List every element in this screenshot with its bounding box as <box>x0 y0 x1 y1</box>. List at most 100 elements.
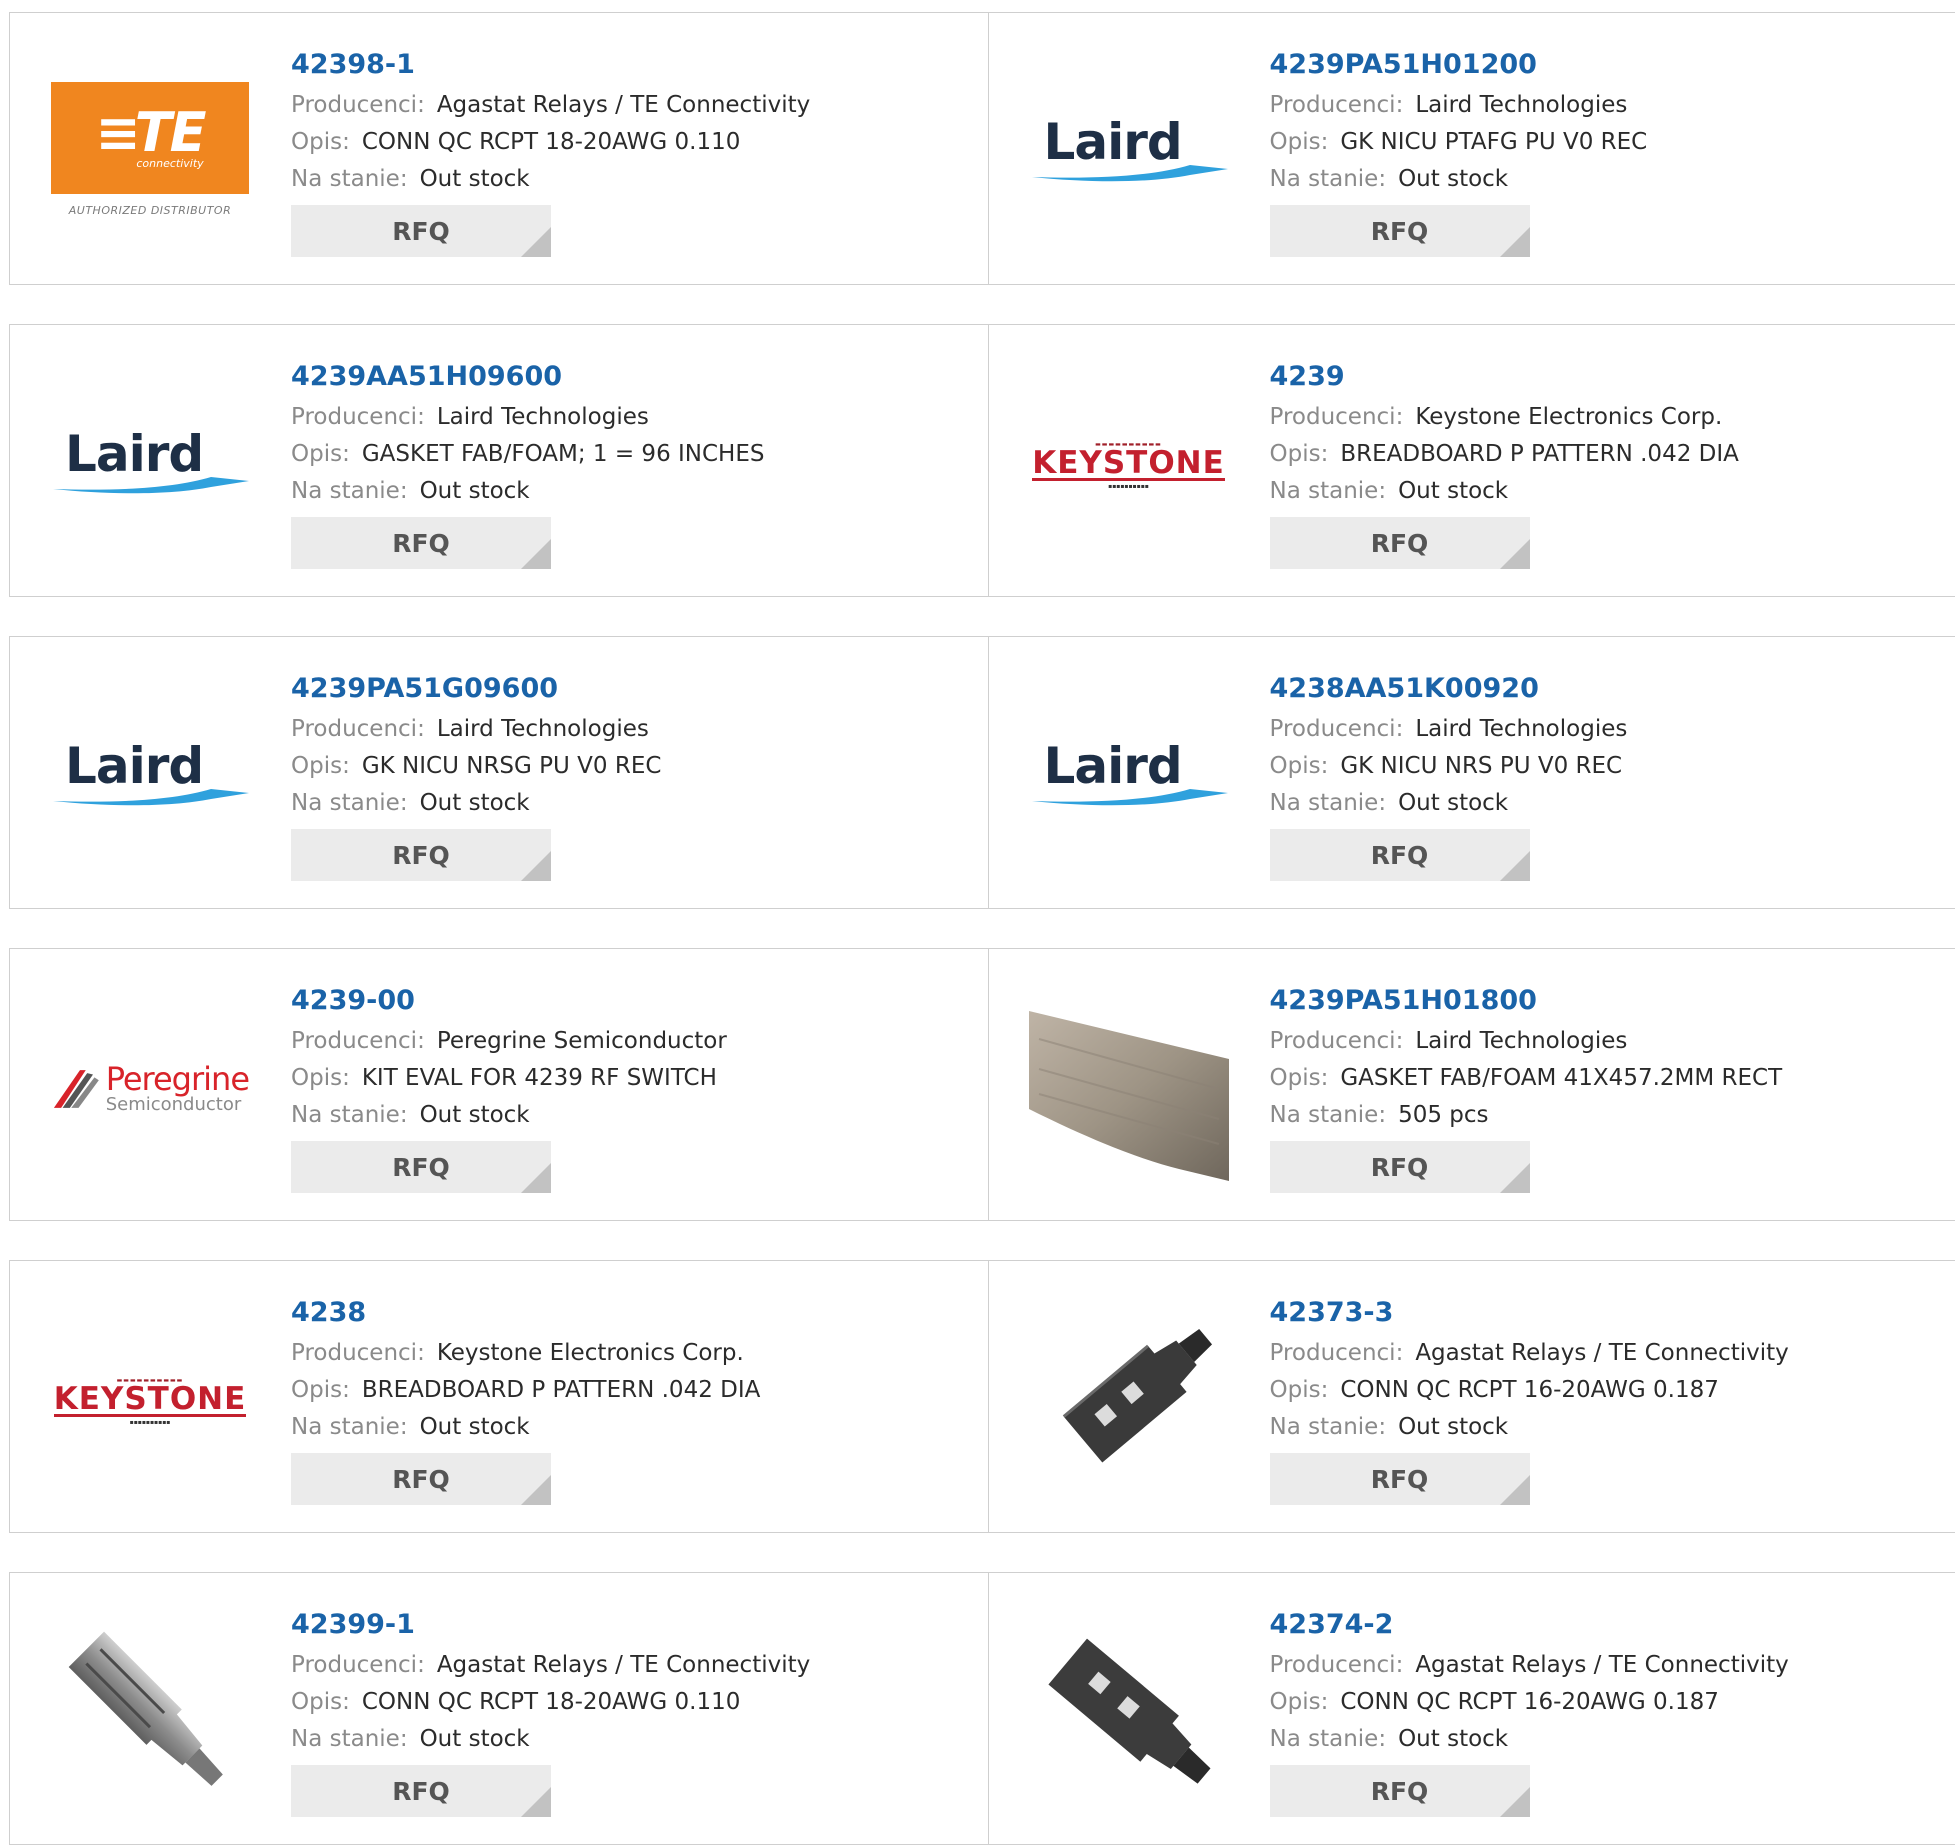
stock-label: Na stanie: <box>1270 166 1387 192</box>
manufacturer-label: Producenci: <box>1270 404 1404 430</box>
peregrine-logo-sub: Semiconductor <box>106 1095 249 1115</box>
te-logo-sub: connectivity <box>136 157 203 170</box>
product-photo[interactable] <box>1029 989 1229 1189</box>
laird-swoosh-icon <box>1030 779 1228 809</box>
corner-triangle-icon <box>1500 227 1530 257</box>
rfq-button[interactable]: RFQ <box>1270 205 1530 257</box>
corner-triangle-icon <box>1500 1787 1530 1817</box>
stock-value: Out stock <box>1398 478 1508 504</box>
product-photo[interactable] <box>1029 1613 1229 1813</box>
description-label: Opis: <box>1270 1377 1329 1403</box>
product-card: 42373-3 Producenci:Agastat Relays / TE C… <box>988 1261 1955 1532</box>
corner-triangle-icon <box>521 539 551 569</box>
gasket-strip-image <box>1029 989 1229 1189</box>
description-value: GK NICU PTAFG PU V0 REC <box>1340 129 1647 155</box>
manufacturer-label: Producenci: <box>291 404 425 430</box>
rfq-button[interactable]: RFQ <box>291 1453 551 1505</box>
description-value: CONN QC RCPT 16-20AWG 0.187 <box>1340 1689 1719 1715</box>
part-number-link[interactable]: 4238 <box>291 1293 760 1333</box>
rfq-button[interactable]: RFQ <box>1270 1765 1530 1817</box>
product-card: Laird 4239PA51G09600 Producenci:Laird Te… <box>10 637 988 908</box>
manufacturer-logo[interactable]: ▬▬▬▬▬▬▬▬▬▬ KEYSTONE ▪▪▪▪▪▪▪▪▪▪ <box>1029 365 1229 565</box>
part-number-link[interactable]: 4239PA51H01800 <box>1270 981 1783 1021</box>
part-number-link[interactable]: 4239PA51G09600 <box>291 669 661 709</box>
rfq-label: RFQ <box>392 1777 450 1806</box>
manufacturer-value: Laird Technologies <box>1415 716 1627 742</box>
manufacturer-logo[interactable]: Laird <box>50 677 250 877</box>
manufacturer-value: Keystone Electronics Corp. <box>437 1340 744 1366</box>
part-number-link[interactable]: 4239 <box>1270 357 1739 397</box>
description-value: CONN QC RCPT 18-20AWG 0.110 <box>362 129 741 155</box>
part-number-link[interactable]: 42399-1 <box>291 1605 810 1645</box>
product-card: ▬▬▬▬▬▬▬▬▬▬ KEYSTONE ▪▪▪▪▪▪▪▪▪▪ 4239 Prod… <box>988 325 1955 596</box>
rfq-label: RFQ <box>1371 217 1429 246</box>
part-number-link[interactable]: 4238AA51K00920 <box>1270 669 1628 709</box>
part-number-link[interactable]: 42374-2 <box>1270 1605 1789 1645</box>
part-number-link[interactable]: 4239PA51H01200 <box>1270 45 1648 85</box>
stock-label: Na stanie: <box>291 1726 408 1752</box>
stock-label: Na stanie: <box>1270 1726 1387 1752</box>
description-label: Opis: <box>291 129 350 155</box>
manufacturer-logo[interactable]: ≡TE connectivity AUTHORIZED DISTRIBUTOR <box>50 53 250 253</box>
connector-image <box>1029 1301 1229 1501</box>
rfq-button[interactable]: RFQ <box>291 205 551 257</box>
product-row: 42399-1 Producenci:Agastat Relays / TE C… <box>9 1572 1955 1845</box>
stock-label: Na stanie: <box>291 478 408 504</box>
product-photo[interactable] <box>1029 1301 1229 1501</box>
corner-triangle-icon <box>1500 539 1530 569</box>
stock-label: Na stanie: <box>1270 1414 1387 1440</box>
peregrine-logo-text: Peregrine <box>106 1063 249 1095</box>
part-number-link[interactable]: 42398-1 <box>291 45 810 85</box>
manufacturer-logo[interactable]: Laird <box>1029 53 1229 253</box>
rfq-button[interactable]: RFQ <box>1270 1453 1530 1505</box>
product-card: 42399-1 Producenci:Agastat Relays / TE C… <box>10 1573 988 1844</box>
product-row: Laird 4239AA51H09600 Producenci:Laird Te… <box>9 324 1955 597</box>
description-label: Opis: <box>1270 753 1329 779</box>
stock-value: Out stock <box>1398 1414 1508 1440</box>
rfq-button[interactable]: RFQ <box>1270 829 1530 881</box>
rfq-button[interactable]: RFQ <box>1270 517 1530 569</box>
rfq-label: RFQ <box>392 1153 450 1182</box>
stock-value: Out stock <box>1398 166 1508 192</box>
part-number-link[interactable]: 42373-3 <box>1270 1293 1789 1333</box>
peregrine-bird-icon <box>51 1057 102 1121</box>
part-number-link[interactable]: 4239AA51H09600 <box>291 357 765 397</box>
manufacturer-logo[interactable]: ▬▬▬▬▬▬▬▬▬▬ KEYSTONE ▪▪▪▪▪▪▪▪▪▪ <box>50 1301 250 1501</box>
laird-swoosh-icon <box>51 779 249 809</box>
description-value: BREADBOARD P PATTERN .042 DIA <box>1340 441 1739 467</box>
rfq-label: RFQ <box>392 217 450 246</box>
stock-label: Na stanie: <box>1270 790 1387 816</box>
corner-triangle-icon <box>1500 851 1530 881</box>
stock-value: Out stock <box>420 1726 530 1752</box>
stock-value: Out stock <box>1398 790 1508 816</box>
product-photo[interactable] <box>50 1613 250 1813</box>
stock-label: Na stanie: <box>291 1414 408 1440</box>
rfq-button[interactable]: RFQ <box>291 517 551 569</box>
rfq-button[interactable]: RFQ <box>1270 1141 1530 1193</box>
keystone-url-decoration: ▪▪▪▪▪▪▪▪▪▪ <box>1108 483 1149 490</box>
rfq-button[interactable]: RFQ <box>291 1765 551 1817</box>
product-card: ▬▬▬▬▬▬▬▬▬▬ KEYSTONE ▪▪▪▪▪▪▪▪▪▪ 4238 Prod… <box>10 1261 988 1532</box>
manufacturer-value: Keystone Electronics Corp. <box>1415 404 1722 430</box>
manufacturer-label: Producenci: <box>1270 92 1404 118</box>
stock-label: Na stanie: <box>291 1102 408 1128</box>
manufacturer-logo[interactable]: Peregrine Semiconductor <box>50 989 250 1189</box>
rfq-label: RFQ <box>1371 1777 1429 1806</box>
corner-triangle-icon <box>521 227 551 257</box>
description-label: Opis: <box>1270 1689 1329 1715</box>
manufacturer-label: Producenci: <box>291 92 425 118</box>
manufacturer-label: Producenci: <box>1270 716 1404 742</box>
corner-triangle-icon <box>1500 1475 1530 1505</box>
rfq-button[interactable]: RFQ <box>291 1141 551 1193</box>
part-number-link[interactable]: 4239-00 <box>291 981 727 1021</box>
description-value: GK NICU NRS PU V0 REC <box>1340 753 1622 779</box>
manufacturer-logo[interactable]: Laird <box>1029 677 1229 877</box>
manufacturer-logo[interactable]: Laird <box>50 365 250 565</box>
rfq-button[interactable]: RFQ <box>291 829 551 881</box>
rfq-label: RFQ <box>1371 1465 1429 1494</box>
rfq-label: RFQ <box>392 841 450 870</box>
te-logo-mark: ≡TE <box>96 107 205 159</box>
laird-swoosh-icon <box>1030 155 1228 185</box>
laird-swoosh-icon <box>51 467 249 497</box>
stock-value: 505 pcs <box>1398 1102 1488 1128</box>
